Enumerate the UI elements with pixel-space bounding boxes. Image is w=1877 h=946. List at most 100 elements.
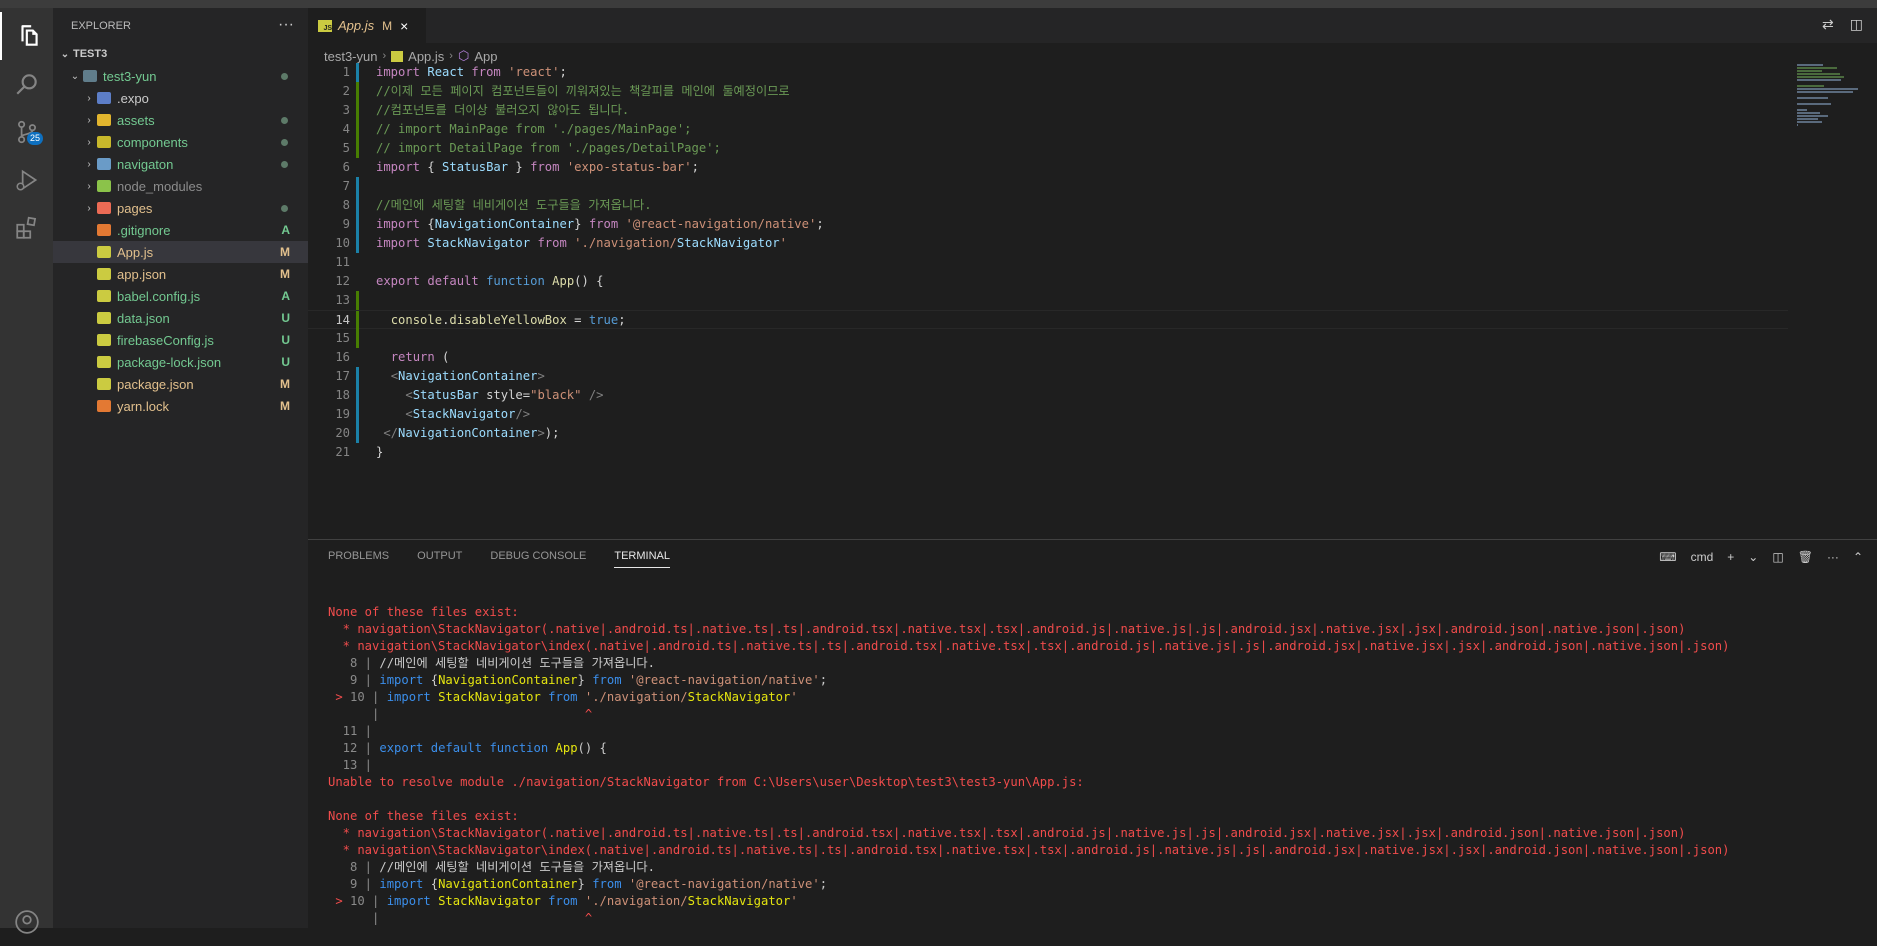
code-line[interactable]: 18 <StatusBar style="black" /> <box>308 386 1788 405</box>
minimap-line <box>1797 97 1828 99</box>
explorer-sidebar: EXPLORER ··· ⌄ TEST3 ⌄ test3-yun › .expo ›… <box>53 8 308 928</box>
git-gutter-marker[interactable] <box>356 82 359 101</box>
code-line[interactable]: 15 <box>308 329 1788 348</box>
code-line[interactable]: 19 <StackNavigator/> <box>308 405 1788 424</box>
git-gutter-marker[interactable] <box>356 120 359 139</box>
line-number: 19 <box>335 407 350 421</box>
folder-test3-yun[interactable]: ⌄ test3-yun <box>53 65 308 87</box>
file-data-json[interactable]: data.json U <box>53 307 308 329</box>
folder-components[interactable]: › components <box>53 131 308 153</box>
code-line[interactable]: 4 // import MainPage from './pages/MainPa… <box>308 120 1788 139</box>
breadcrumb-folder[interactable]: test3-yun <box>324 49 377 64</box>
code-line[interactable]: 13 <box>308 291 1788 310</box>
file-app-js[interactable]: App.js M <box>53 241 308 263</box>
new-terminal-icon[interactable]: + <box>1727 550 1734 564</box>
more-actions-icon[interactable]: ··· <box>1827 550 1839 564</box>
git-gutter-marker[interactable] <box>356 139 359 158</box>
file-package-json[interactable]: package.json M <box>53 373 308 395</box>
code-line[interactable]: 11 <box>308 253 1788 272</box>
bottom-panel: PROBLEMS OUTPUT DEBUG CONSOLE TERMINAL ⌨ cm… <box>308 539 1877 929</box>
breadcrumb-symbol[interactable]: App <box>474 49 497 64</box>
source-control-icon[interactable]: 25 <box>0 108 53 156</box>
git-gutter-marker[interactable] <box>356 291 359 310</box>
git-gutter-marker[interactable] <box>356 101 359 120</box>
split-terminal-icon[interactable]: ◫ <box>1772 550 1783 564</box>
explorer-icon[interactable] <box>0 12 55 60</box>
search-icon[interactable] <box>0 60 53 108</box>
code-line[interactable]: 6 import { StatusBar } from 'expo-status-… <box>308 158 1788 177</box>
code-editor[interactable]: 1 import React from 'react'; 2 //이제 모든 페이지 … <box>308 63 1788 462</box>
git-gutter-marker[interactable] <box>356 386 359 405</box>
minimap-line <box>1797 91 1853 93</box>
folder--expo[interactable]: › .expo <box>53 87 308 109</box>
chevron-right-icon: › <box>382 50 387 62</box>
tab-terminal[interactable]: TERMINAL <box>614 550 670 568</box>
account-icon[interactable] <box>0 898 53 946</box>
git-gutter-marker[interactable] <box>356 234 359 253</box>
open-changes-icon[interactable]: ⇄ <box>1822 16 1834 33</box>
file-package-lock-json[interactable]: package-lock.json U <box>53 351 308 373</box>
split-editor-icon[interactable]: ◫ <box>1850 16 1863 33</box>
tab-debug-console[interactable]: DEBUG CONSOLE <box>490 550 586 568</box>
git-gutter-marker[interactable] <box>356 424 359 443</box>
trash-icon[interactable]: 🗑 <box>1798 550 1813 564</box>
more-actions-icon[interactable]: ··· <box>278 16 294 34</box>
code-line[interactable]: 5 // import DetailPage from './pages/Deta… <box>308 139 1788 158</box>
extensions-icon[interactable] <box>0 204 53 252</box>
close-icon[interactable]: × <box>400 18 408 34</box>
code-line[interactable]: 7 <box>308 177 1788 196</box>
folder-node-modules[interactable]: › node_modules <box>53 175 308 197</box>
symbol-class-icon: ⬡ <box>457 48 470 63</box>
file-app-json[interactable]: app.json M <box>53 263 308 285</box>
file-icon <box>97 224 111 236</box>
tab-label: App.js <box>338 18 375 33</box>
git-gutter-marker[interactable] <box>356 215 359 234</box>
code-line[interactable]: 16 return ( <box>308 348 1788 367</box>
git-gutter-marker[interactable] <box>356 177 359 196</box>
maximize-panel-icon[interactable]: ⌃ <box>1853 550 1863 564</box>
breadcrumb-file[interactable]: App.js <box>408 49 444 64</box>
terminal-line: 9 | import {NavigationContainer} from '@… <box>328 877 828 891</box>
file-yarn-lock[interactable]: yarn.lock M <box>53 395 308 417</box>
git-gutter-marker[interactable] <box>356 329 359 348</box>
code-line[interactable]: 20 </NavigationContainer>); <box>308 424 1788 443</box>
line-number: 21 <box>335 445 350 459</box>
file-firebaseconfig-js[interactable]: firebaseConfig.js U <box>53 329 308 351</box>
code-line[interactable]: 10 import StackNavigator from './navigati… <box>308 234 1788 253</box>
file-babel-config-js[interactable]: babel.config.js A <box>53 285 308 307</box>
terminal-shell-name[interactable]: cmd <box>1691 550 1714 564</box>
code-line[interactable]: 2 //이제 모든 페이지 컴포넌트들이 끼워져있는 책갈피를 메인에 둘예정이므… <box>308 82 1788 101</box>
terminal-line: * navigation\StackNavigator\index(.nativ… <box>328 639 1730 653</box>
code-line[interactable]: 3 //컴포넌트를 더이상 불러오지 않아도 됩니다. <box>308 101 1788 120</box>
minimap[interactable] <box>1797 63 1877 126</box>
code-line[interactable]: 8 //메인에 세팅할 네비게이션 도구들을 가져옵니다. <box>308 196 1788 215</box>
git-gutter-marker[interactable] <box>356 196 359 215</box>
folder-pages[interactable]: › pages <box>53 197 308 219</box>
git-gutter-marker[interactable] <box>356 311 359 330</box>
chevron-down-icon[interactable]: ⌄ <box>1748 550 1758 564</box>
code-line[interactable]: 14 console.disableYellowBox = true; <box>308 310 1788 330</box>
terminal-output[interactable]: None of these files exist: * navigation\… <box>328 604 1729 927</box>
code-line[interactable]: 9 import {NavigationContainer} from '@rea… <box>308 215 1788 234</box>
code-line[interactable]: 21} <box>308 443 1788 462</box>
tab-problems[interactable]: PROBLEMS <box>328 550 389 568</box>
tab-output[interactable]: OUTPUT <box>417 550 462 568</box>
terminal-line: * navigation\StackNavigator(.native|.and… <box>328 826 1686 840</box>
code-line[interactable]: 12 export default function App() { <box>308 272 1788 291</box>
tree-item-label: babel.config.js <box>117 288 201 304</box>
workspace-root[interactable]: ⌄ TEST3 <box>53 43 308 65</box>
git-gutter-marker[interactable] <box>356 405 359 424</box>
git-gutter-marker[interactable] <box>356 63 359 82</box>
file--gitignore[interactable]: .gitignore A <box>53 219 308 241</box>
code-line[interactable]: 1 import React from 'react'; <box>308 63 1788 82</box>
terminal-line: 8 | //메인에 세팅할 네비게이션 도구들을 가져옵니다. <box>328 656 655 670</box>
tab-modified-indicator: M <box>382 18 393 33</box>
folder-navigaton[interactable]: › navigaton <box>53 153 308 175</box>
run-debug-icon[interactable] <box>0 156 53 204</box>
code-line[interactable]: 17 <NavigationContainer> <box>308 367 1788 386</box>
folder-assets[interactable]: › assets <box>53 109 308 131</box>
tab-app-js[interactable]: JS App.js M × <box>308 8 426 43</box>
terminal-line: | ^ <box>328 911 593 925</box>
git-gutter-marker[interactable] <box>356 367 359 386</box>
